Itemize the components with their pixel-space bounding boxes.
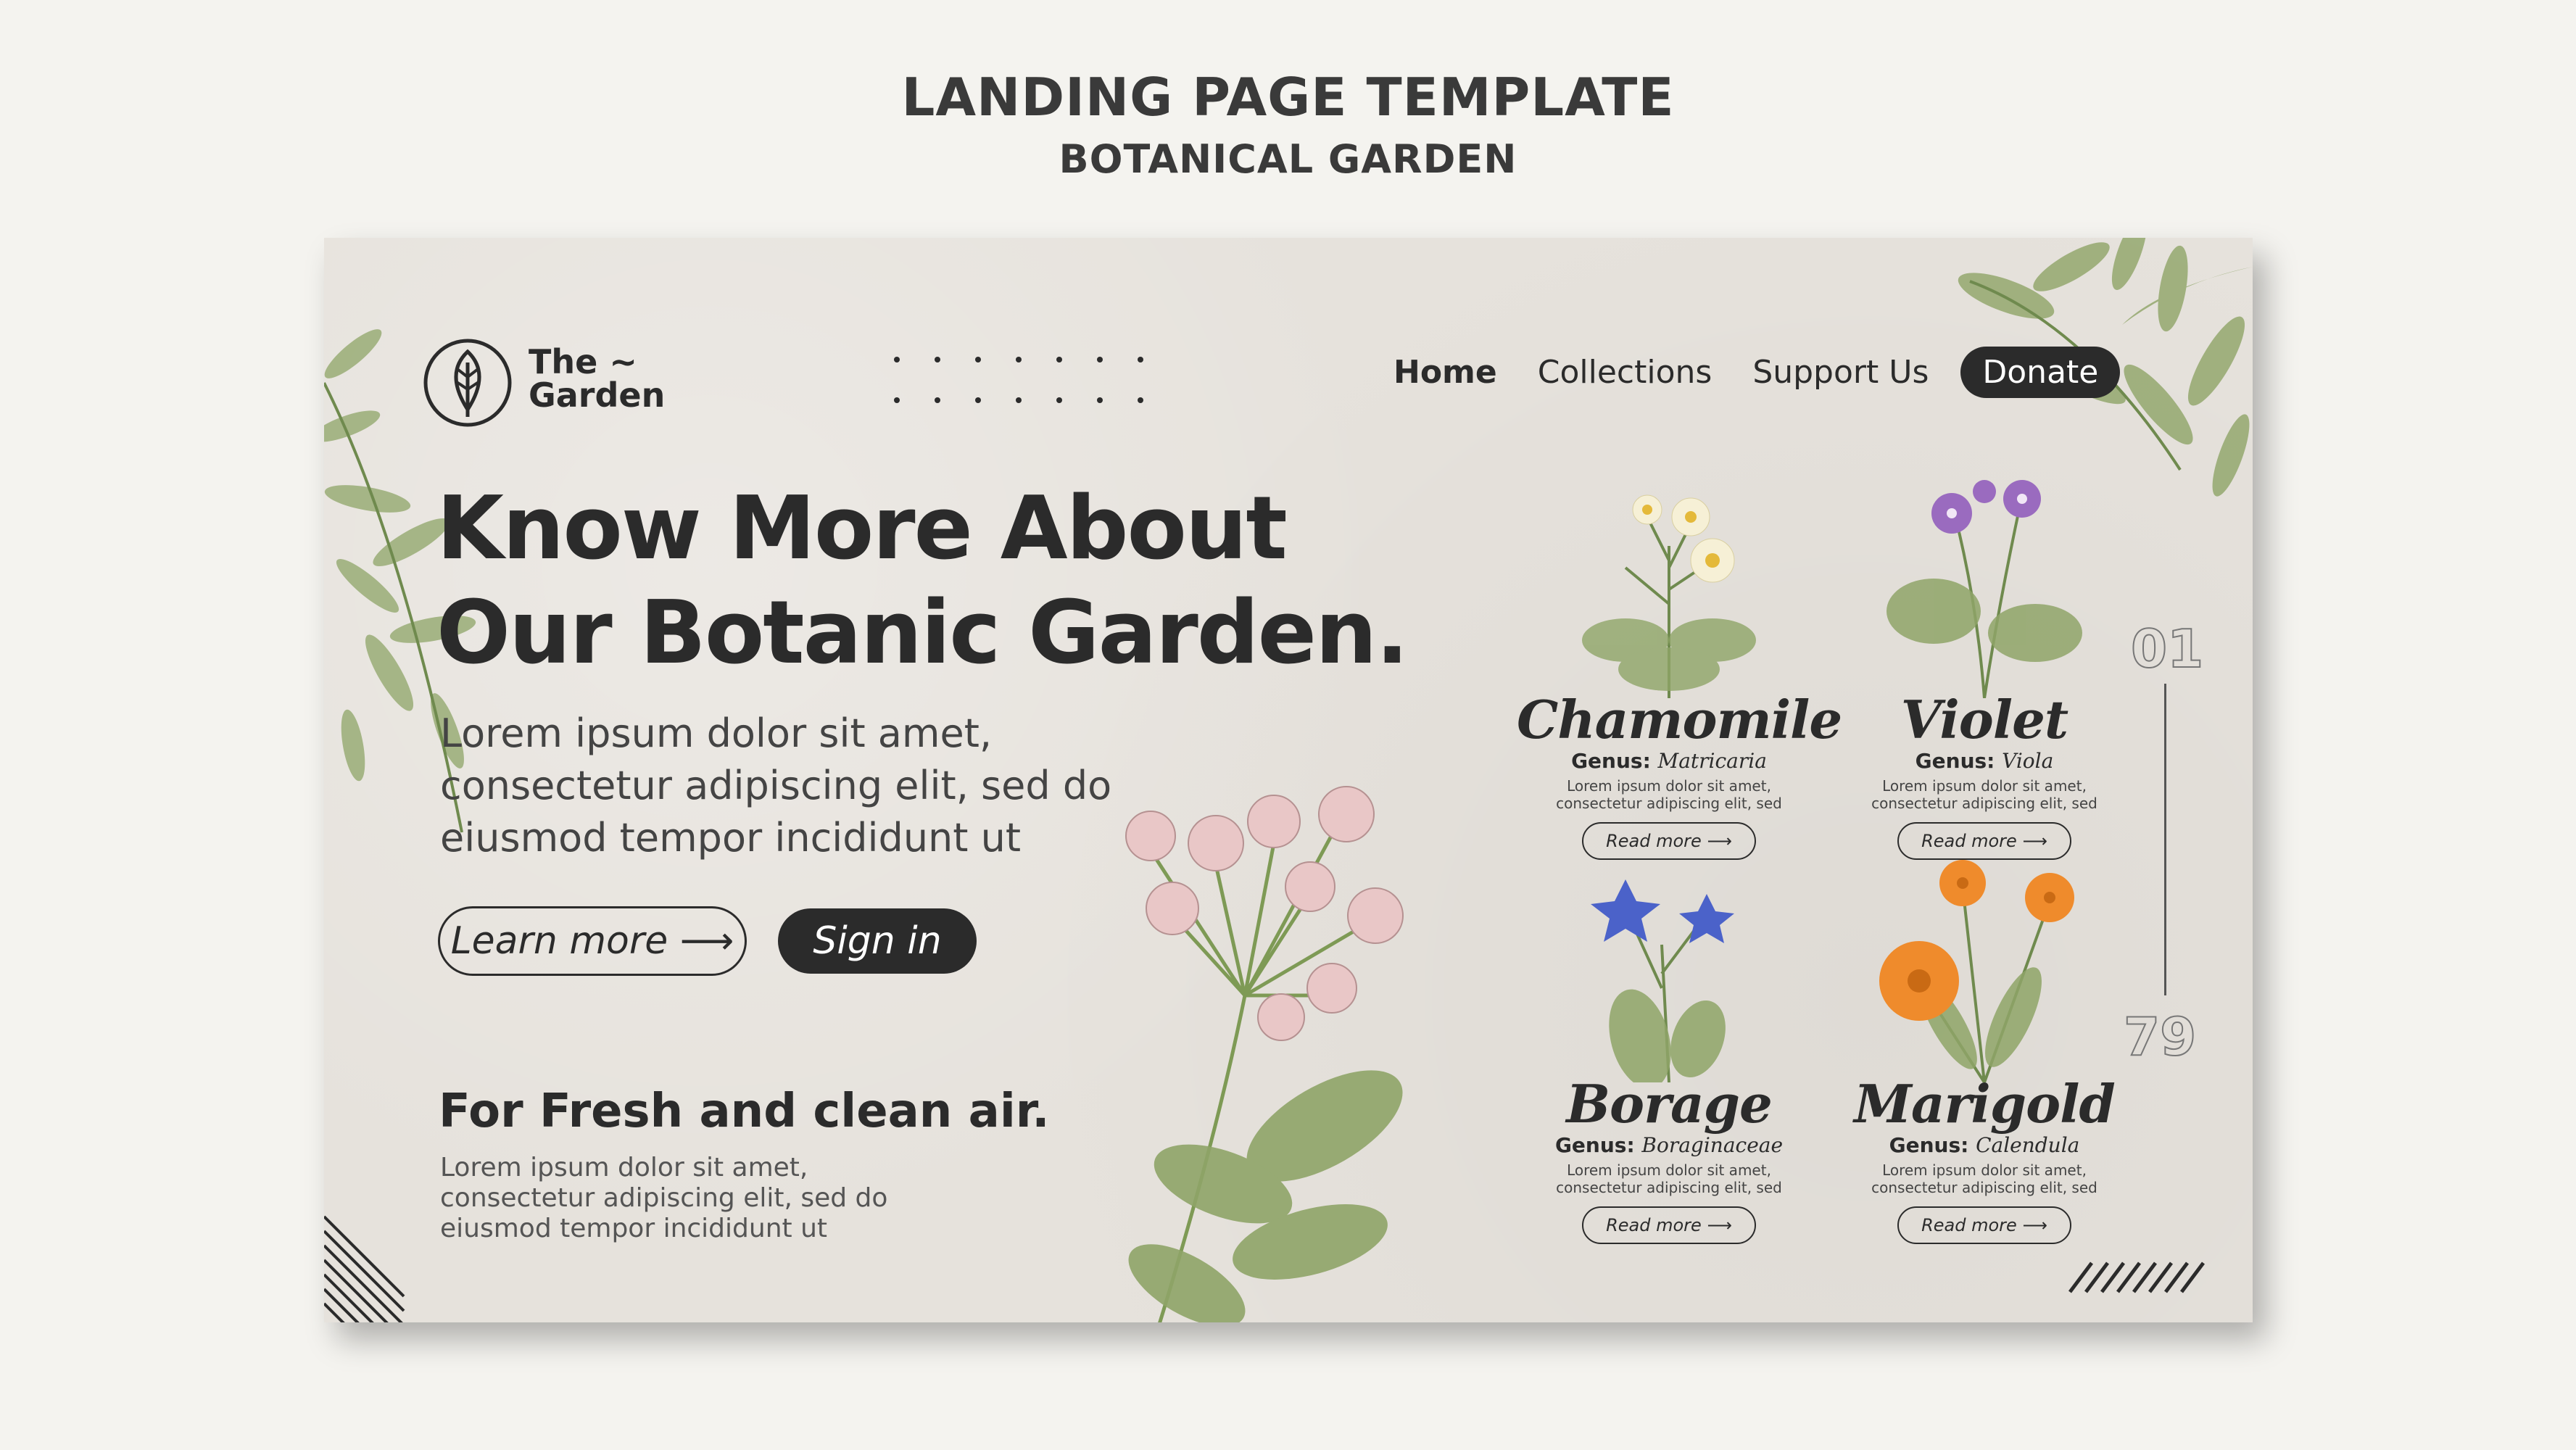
card-title: Marigold — [1854, 1073, 2116, 1135]
genus-label: Genus: — [1571, 749, 1651, 773]
card-desc-line-1: Lorem ipsum dolor sit amet, — [1882, 777, 2087, 795]
dot-grid-decoration — [894, 357, 1143, 403]
leaf-icon[interactable] — [422, 337, 513, 428]
card-desc-line-1: Lorem ipsum dolor sit amet, — [1567, 1161, 1771, 1179]
template-title: LANDING PAGE TEMPLATE — [901, 67, 1675, 128]
nav-item-home[interactable]: Home — [1393, 354, 1497, 391]
card-desc-line-2: consectetur adipiscing elit, sed — [1871, 795, 2097, 812]
card-description: Lorem ipsum dolor sit amet, consectetur a… — [1517, 1161, 1821, 1196]
pager-end-number: 79 — [2123, 1006, 2197, 1068]
card-genus: Genus: Calendula — [1832, 1133, 2137, 1157]
pager-track[interactable] — [2164, 684, 2166, 995]
hero-heading-line-1: Know More About — [436, 478, 1288, 579]
fresh-air-body: Lorem ipsum dolor sit amet, consectetur … — [440, 1153, 948, 1244]
card-title: Violet — [1900, 689, 2068, 750]
arrow-right-icon: ⟶ — [1701, 1215, 1732, 1235]
marigold-illustration — [1879, 860, 2074, 1082]
genus-label: Genus: — [1554, 1133, 1635, 1157]
card-desc-line-2: consectetur adipiscing elit, sed — [1871, 1179, 2097, 1196]
read-more-button[interactable]: Read more ⟶ — [1582, 1206, 1756, 1244]
fresh-body-line-2: consectetur adipiscing elit, sed do — [440, 1183, 888, 1213]
genus-value: Boraginaceae — [1641, 1133, 1784, 1157]
read-more-label: Read more — [1921, 1215, 2017, 1235]
read-more-button[interactable]: Read more ⟶ — [1897, 1206, 2071, 1244]
genus-value: Viola — [2002, 749, 2054, 773]
card-desc-line-1: Lorem ipsum dolor sit amet, — [1567, 777, 1771, 795]
card-title: Borage — [1566, 1073, 1773, 1135]
fresh-air-heading: For Fresh and clean air. — [439, 1085, 1050, 1138]
pager-start-number: 01 — [2130, 618, 2204, 680]
card-description: Lorem ipsum dolor sit amet, consectetur a… — [1832, 777, 2137, 812]
flower-card-chamomile: Chamomile Genus: Matricaria Lorem ipsum … — [1517, 459, 1842, 860]
sign-in-button[interactable]: Sign in — [778, 908, 977, 974]
card-title: Chamomile — [1517, 689, 1842, 750]
logo-line-2: Garden — [529, 376, 666, 415]
card-genus: Genus: Matricaria — [1517, 749, 1821, 773]
genus-label: Genus: — [1889, 1133, 1969, 1157]
fresh-body-line-1: Lorem ipsum dolor sit amet, — [440, 1153, 808, 1182]
arrow-right-icon: ⟶ — [679, 919, 734, 963]
fresh-body-line-3: eiusmod tempor incididunt ut — [440, 1214, 828, 1243]
stripes-decoration-right — [2068, 1262, 2205, 1293]
flower-card-borage: Borage Genus: Boraginaceae Lorem ipsum d… — [1517, 843, 1821, 1244]
genus-label: Genus: — [1915, 749, 1995, 773]
learn-more-label: Learn more — [450, 919, 668, 963]
nav-item-support-us[interactable]: Support Us — [1752, 354, 1929, 391]
card-desc-line-2: consectetur adipiscing elit, sed — [1556, 795, 1782, 812]
template-subtitle: BOTANICAL GARDEN — [1059, 136, 1517, 182]
flower-card-violet: Violet Genus: Viola Lorem ipsum dolor si… — [1832, 459, 2137, 860]
card-desc-line-1: Lorem ipsum dolor sit amet, — [1882, 1161, 2087, 1179]
stripes-decoration-left — [324, 1215, 405, 1322]
violet-illustration — [1887, 480, 2082, 698]
arrow-right-icon: ⟶ — [2016, 1215, 2047, 1235]
genus-value: Calendula — [1976, 1133, 2080, 1157]
read-more-label: Read more — [1606, 1215, 1702, 1235]
borage-illustration — [1591, 879, 1734, 1082]
card-genus: Genus: Viola — [1832, 749, 2137, 773]
genus-value: Matricaria — [1657, 749, 1767, 773]
logo-wordmark[interactable]: The ~ Garden — [529, 345, 665, 412]
landing-page-mockup: The ~ Garden Home Collections Support Us… — [324, 238, 2253, 1322]
card-description: Lorem ipsum dolor sit amet, consectetur a… — [1832, 1161, 2137, 1196]
hero-heading: Know More About Our Botanic Garden. — [436, 477, 1524, 686]
donate-button[interactable]: Donate — [1960, 346, 2121, 398]
plant-illustration — [1125, 786, 1404, 1322]
hero-heading-line-2: Our Botanic Garden. — [436, 583, 1409, 684]
nav-item-collections[interactable]: Collections — [1538, 354, 1712, 391]
card-genus: Genus: Boraginaceae — [1517, 1133, 1821, 1157]
main-nav: Home Collections Support Us Donate — [1393, 346, 2121, 398]
card-description: Lorem ipsum dolor sit amet, consectetur a… — [1517, 777, 1821, 812]
card-desc-line-2: consectetur adipiscing elit, sed — [1556, 1179, 1782, 1196]
logo-line-1: The ~ — [529, 342, 637, 381]
chamomile-illustration — [1582, 494, 1756, 698]
hero-body-line-1: Lorem ipsum dolor sit amet, — [440, 710, 993, 756]
flower-card-marigold: Marigold Genus: Calendula Lorem ipsum do… — [1832, 843, 2137, 1244]
learn-more-button[interactable]: Learn more ⟶ — [438, 906, 747, 976]
